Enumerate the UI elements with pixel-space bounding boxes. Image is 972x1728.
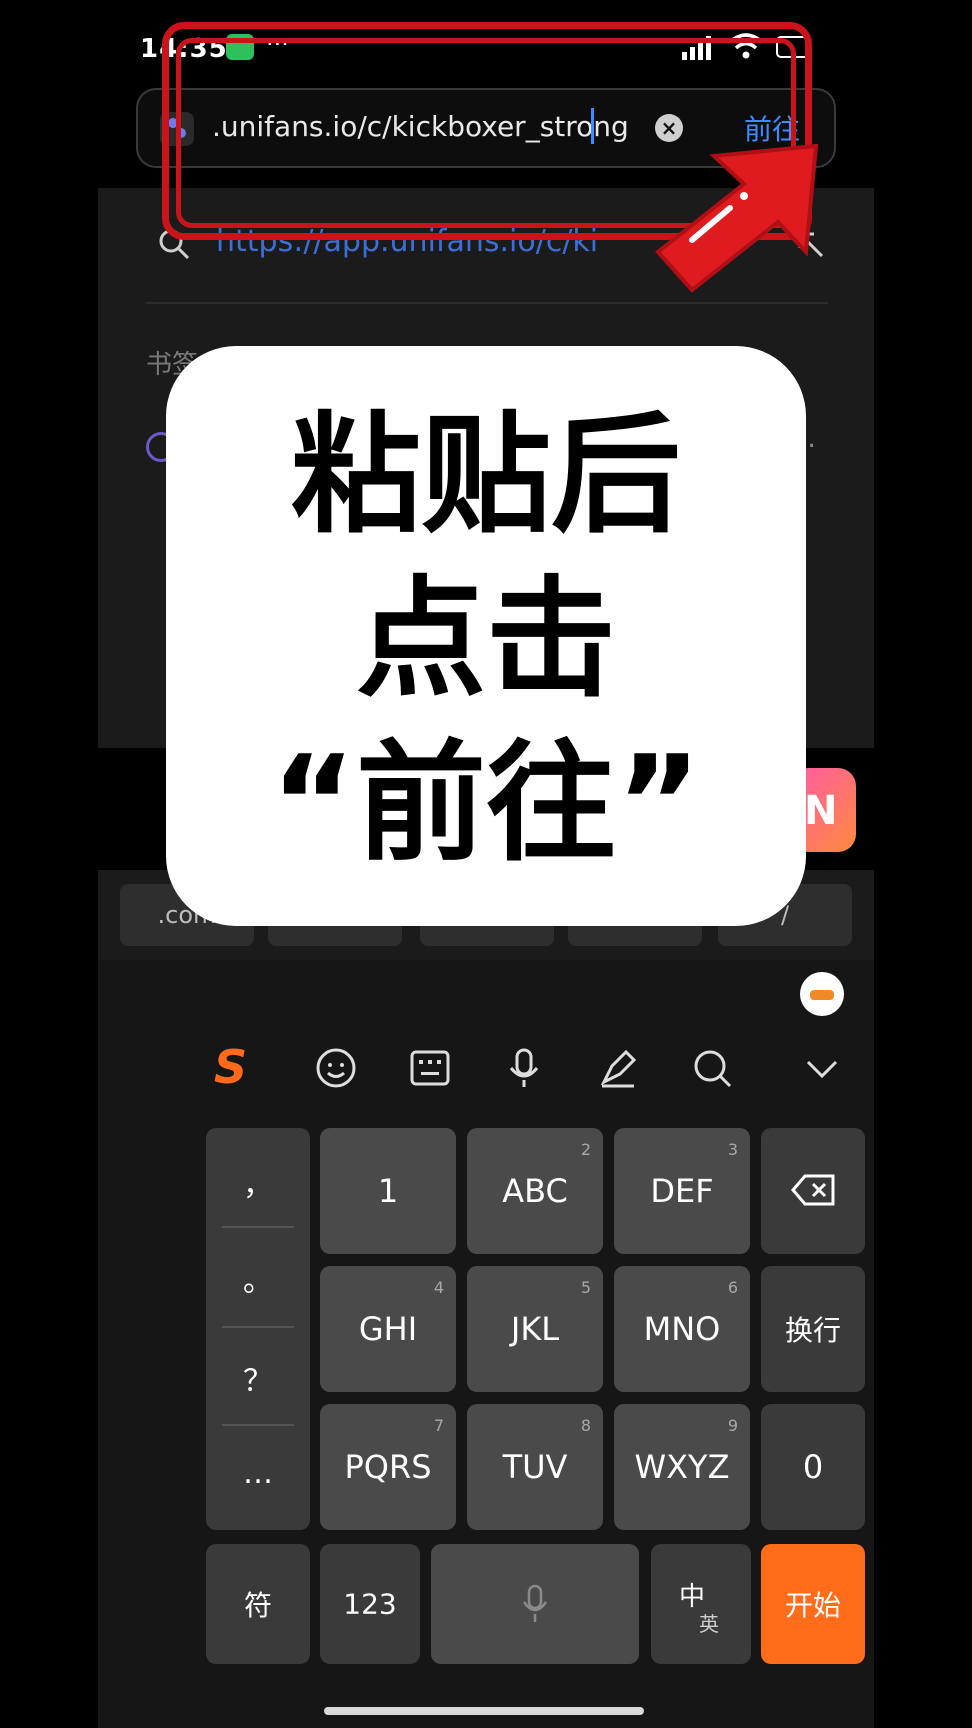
pointer-arrow-icon (655, 143, 819, 293)
keyboard-layout-icon[interactable] (408, 1046, 452, 1090)
key-0[interactable]: 0 (761, 1404, 865, 1530)
newline-button[interactable]: 换行 (761, 1266, 865, 1392)
key-label: JKL (510, 1310, 560, 1348)
number-switch-button[interactable]: 123 (320, 1544, 420, 1664)
key-label: 开始 (784, 1589, 841, 1622)
key-abc[interactable]: 2 ABC (467, 1128, 603, 1254)
key-number-hint: 8 (580, 1416, 591, 1435)
key-number-hint: 4 (433, 1278, 444, 1297)
microphone-icon[interactable] (502, 1046, 546, 1090)
key-jkl[interactable]: 5 JKL (467, 1266, 603, 1392)
key-ellipsis[interactable]: … (206, 1456, 310, 1491)
key-number-hint: 7 (433, 1416, 444, 1435)
instruction-line-1: 粘贴后 (290, 399, 681, 551)
key-label: 1 (377, 1172, 399, 1210)
key-pqrs[interactable]: 7 PQRS (320, 1404, 456, 1530)
key-question[interactable]: ？ (206, 1356, 310, 1400)
key-label: TUV (502, 1448, 568, 1486)
key-number-hint: 3 (727, 1140, 738, 1159)
backspace-button[interactable] (761, 1128, 865, 1254)
key-label: GHI (358, 1310, 418, 1348)
instruction-line-3: “前往” (270, 727, 702, 879)
key-number-hint: 5 (580, 1278, 591, 1297)
enter-button[interactable]: 开始 (761, 1544, 865, 1664)
key-label: 符 (243, 1589, 272, 1622)
key-comma[interactable]: ， (206, 1160, 310, 1204)
key-label: 123 (343, 1587, 397, 1621)
sogou-logo-icon[interactable]: S (214, 1040, 247, 1094)
instruction-line-2: 点击 (355, 563, 616, 715)
backspace-icon (791, 1174, 835, 1206)
key-ghi[interactable]: 4 GHI (320, 1266, 456, 1392)
divider (222, 1326, 294, 1328)
emoji-icon[interactable] (314, 1046, 358, 1090)
divider (222, 1424, 294, 1426)
keyboard-mascot-icon[interactable] (800, 972, 844, 1016)
key-label: MNO (643, 1310, 721, 1348)
key-def[interactable]: 3 DEF (614, 1128, 750, 1254)
key-wxyz[interactable]: 9 WXYZ (614, 1404, 750, 1530)
lang-sub-label: 英 (699, 1612, 719, 1636)
key-number-hint: 6 (727, 1278, 738, 1297)
key-label: DEF (650, 1172, 714, 1210)
key-label: 换行 (784, 1314, 841, 1347)
key-period[interactable]: 。 (206, 1256, 310, 1300)
symbol-button[interactable]: 符 (206, 1544, 310, 1664)
key-tuv[interactable]: 8 TUV (467, 1404, 603, 1530)
microphone-icon (522, 1584, 548, 1622)
home-indicator[interactable] (324, 1707, 644, 1715)
search-icon[interactable] (690, 1046, 734, 1090)
key-1[interactable]: 1 (320, 1128, 456, 1254)
key-number-hint: 9 (727, 1416, 738, 1435)
key-number-hint: 2 (580, 1140, 591, 1159)
space-bar[interactable] (431, 1544, 639, 1664)
handwriting-icon[interactable] (596, 1046, 640, 1090)
key-label: WXYZ (634, 1448, 730, 1486)
key-label: PQRS (344, 1448, 432, 1486)
key-label: 0 (802, 1448, 824, 1486)
key-label: ABC (502, 1172, 568, 1210)
collapse-keyboard-chevron-icon[interactable] (800, 1046, 844, 1090)
key-mno[interactable]: 6 MNO (614, 1266, 750, 1392)
divider (222, 1226, 294, 1228)
language-switch-button[interactable]: 中 英 (651, 1544, 751, 1664)
